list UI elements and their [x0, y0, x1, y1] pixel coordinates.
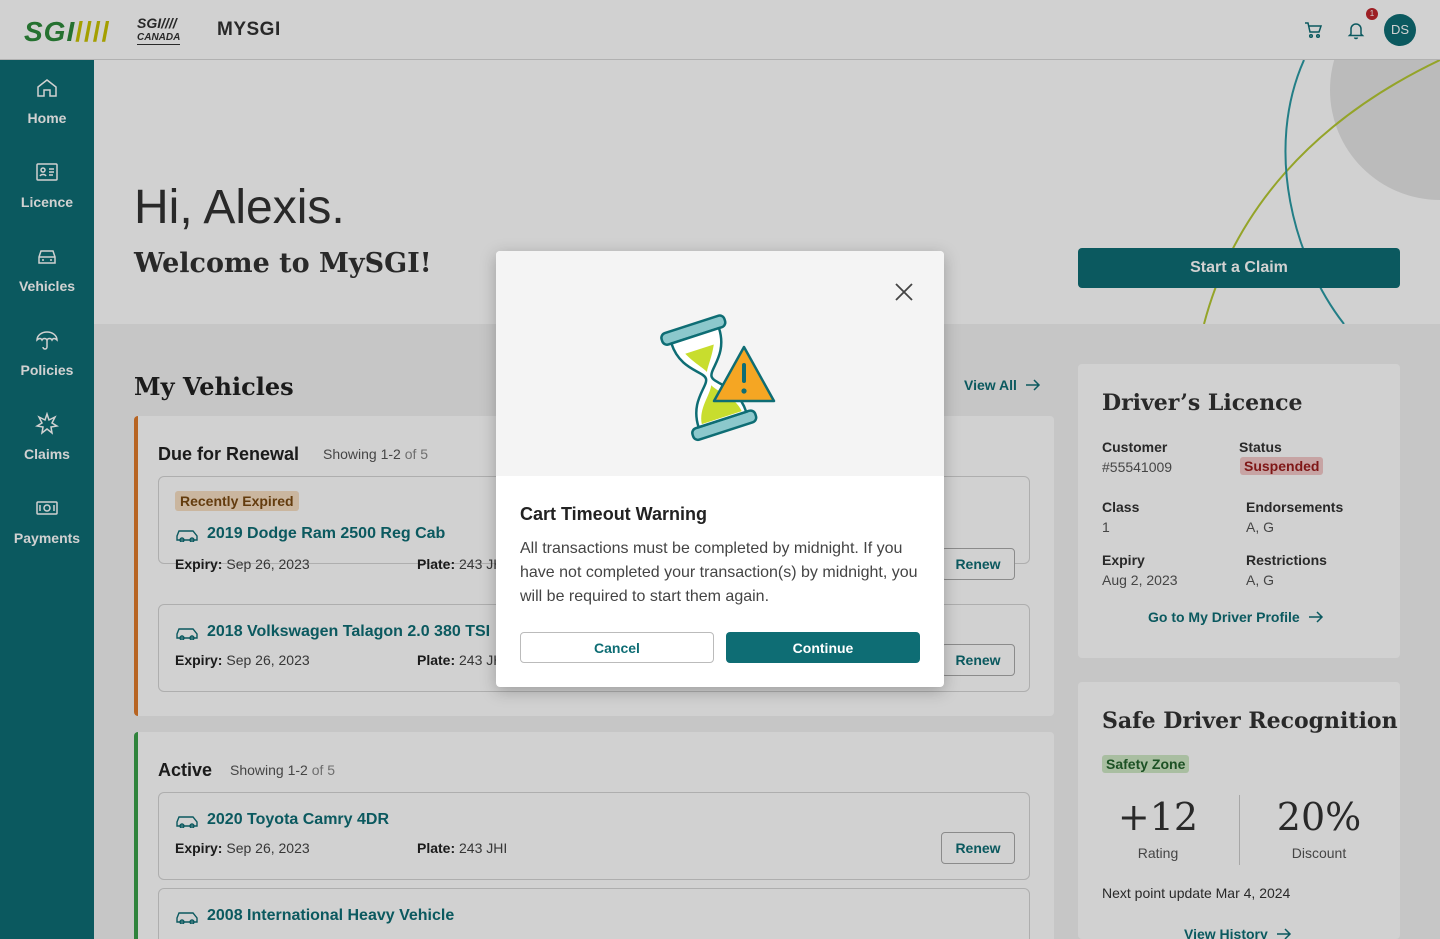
dialog-body: All transactions must be completed by mi… [520, 540, 918, 605]
continue-button[interactable]: Continue [726, 632, 920, 663]
cart-timeout-dialog: Cart Timeout Warning All transactions mu… [496, 251, 944, 687]
hourglass-warning-icon [660, 314, 776, 442]
dialog-illustration-area [496, 251, 944, 476]
dialog-title: Cart Timeout Warning [520, 504, 708, 524]
close-button[interactable] [890, 279, 918, 307]
cancel-button[interactable]: Cancel [520, 632, 714, 663]
close-icon [895, 282, 913, 301]
